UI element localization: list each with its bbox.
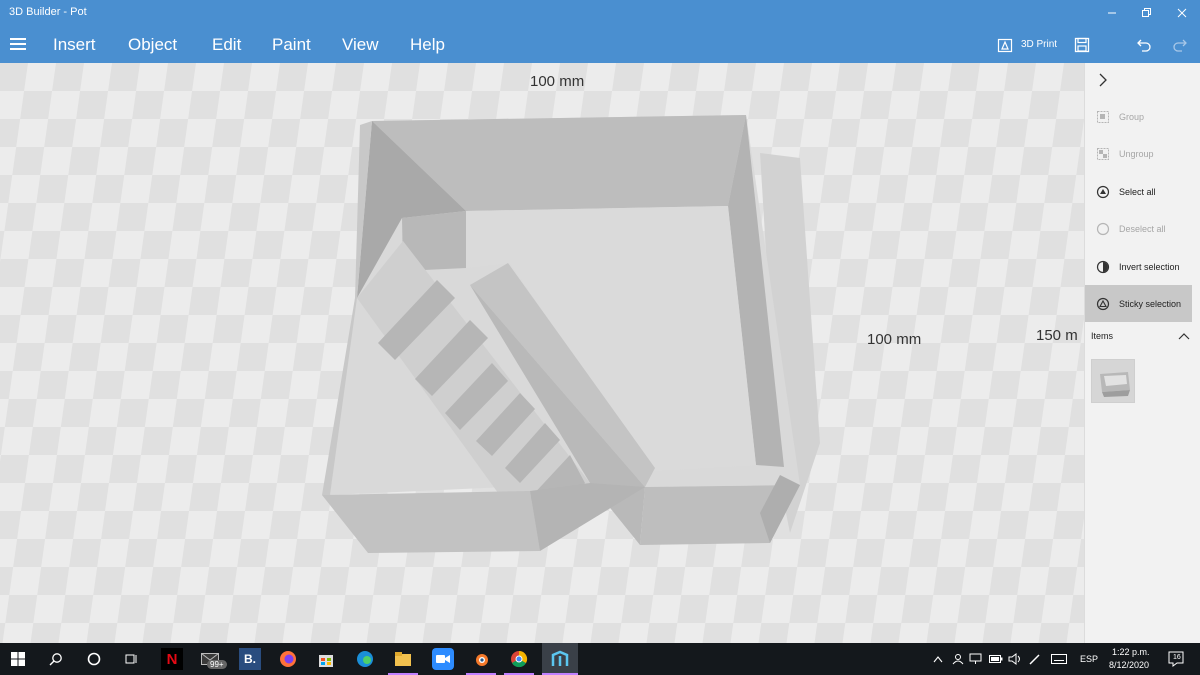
volume-icon[interactable]	[1008, 653, 1022, 665]
keyboard-icon[interactable]	[1051, 654, 1067, 664]
app-window: 3D Builder - Pot Insert Object Edit Pain…	[0, 0, 1200, 675]
mail-badge: 99+	[207, 660, 227, 669]
3d-builder-taskbar-button[interactable]	[542, 643, 578, 675]
dimension-grid-label: 150 m	[1036, 327, 1078, 344]
group-label: Group	[1119, 111, 1145, 122]
menu-view[interactable]: View	[342, 35, 379, 55]
3d-builder-icon	[551, 650, 569, 666]
task-view-button[interactable]	[120, 648, 142, 670]
save-icon	[1074, 37, 1090, 52]
select-all-button[interactable]: Select all	[1085, 173, 1200, 210]
sticky-selection-label: Sticky selection	[1119, 298, 1182, 309]
close-icon	[1177, 8, 1187, 18]
chevron-up-tray-icon[interactable]	[933, 655, 943, 663]
redo-button[interactable]	[1168, 26, 1192, 63]
item-thumbnail[interactable]	[1091, 359, 1135, 403]
cortana-button[interactable]	[83, 648, 105, 670]
menu-insert[interactable]: Insert	[53, 35, 96, 55]
people-icon[interactable]	[952, 653, 964, 665]
items-header: Items	[1091, 331, 1114, 341]
notification-count: 16	[1173, 654, 1181, 661]
battery-icon[interactable]	[989, 654, 1003, 664]
netflix-app[interactable]: N	[161, 648, 183, 670]
window-title: 3D Builder - Pot	[9, 6, 87, 18]
title-bar: 3D Builder - Pot	[0, 0, 1200, 26]
menu-paint[interactable]: Paint	[272, 35, 311, 55]
deselect-all-icon	[1096, 222, 1110, 235]
chrome-app[interactable]	[508, 648, 530, 670]
menu-edit[interactable]: Edit	[212, 35, 241, 55]
firefox-icon	[280, 651, 296, 667]
task-view-icon	[125, 654, 137, 664]
undo-button[interactable]	[1132, 26, 1156, 63]
language-indicator[interactable]: ESP	[1080, 654, 1098, 664]
undo-icon	[1137, 39, 1151, 52]
3d-print-label: 3D Print	[1020, 39, 1058, 50]
hamburger-icon[interactable]	[10, 38, 26, 50]
chevron-up-icon[interactable]	[1177, 331, 1191, 341]
select-all-label: Select all	[1119, 186, 1156, 197]
bing-app[interactable]: B.	[239, 648, 261, 670]
3d-print-button[interactable]: 3D Print	[992, 26, 1062, 63]
network-icon[interactable]	[969, 653, 982, 665]
dimension-depth-label: 100 mm	[867, 331, 922, 348]
file-explorer-app[interactable]	[392, 648, 414, 670]
invert-selection-label: Invert selection	[1119, 261, 1180, 272]
sticky-selection-button[interactable]: Sticky selection	[1085, 285, 1192, 322]
windows-logo-icon	[11, 652, 25, 666]
folder-icon	[395, 652, 411, 666]
clock-date[interactable]: 8/12/2020	[1109, 660, 1149, 670]
printer-3d-icon	[997, 38, 1013, 52]
sticky-selection-icon	[1096, 297, 1110, 310]
firefox-app[interactable]	[277, 648, 299, 670]
pot-model[interactable]	[322, 115, 820, 553]
search-button[interactable]	[45, 648, 67, 670]
invert-selection-button[interactable]: Invert selection	[1085, 248, 1200, 285]
cortana-icon	[87, 652, 101, 666]
ungroup-label: Ungroup	[1119, 148, 1154, 159]
chrome-icon	[511, 650, 528, 668]
edge-icon	[357, 651, 373, 667]
video-camera-icon	[436, 655, 450, 663]
pen-icon[interactable]	[1028, 653, 1042, 665]
search-icon	[49, 653, 62, 666]
ungroup-button[interactable]: Ungroup	[1085, 135, 1200, 172]
netflix-icon: N	[166, 650, 178, 668]
blender-app[interactable]	[470, 648, 492, 670]
dimension-width-label: 100 mm	[530, 73, 585, 90]
ungroup-icon	[1097, 147, 1109, 160]
store-bag-icon	[319, 655, 333, 667]
3d-viewport[interactable]: 100 mm 100 mm 150 m	[0, 63, 1084, 643]
zoom-app[interactable]	[432, 648, 454, 670]
group-icon	[1097, 110, 1109, 123]
restore-icon	[1142, 8, 1151, 17]
deselect-all-button[interactable]: Deselect all	[1085, 210, 1200, 247]
close-button[interactable]	[1162, 0, 1200, 26]
chevron-right-icon[interactable]	[1097, 73, 1109, 87]
menu-help[interactable]: Help	[410, 35, 445, 55]
redo-icon	[1173, 39, 1187, 52]
action-center-button[interactable]: 16	[1168, 649, 1188, 669]
menu-bar: Insert Object Edit Paint View Help 3D Pr…	[0, 26, 1200, 63]
select-all-icon	[1096, 185, 1110, 198]
restore-button[interactable]	[1126, 0, 1166, 26]
edge-app[interactable]	[354, 648, 376, 670]
deselect-all-label: Deselect all	[1119, 223, 1166, 234]
group-button[interactable]: Group	[1085, 98, 1200, 135]
menu-object[interactable]: Object	[128, 35, 177, 55]
taskbar: N 99+ B. ESP 1:22 p.m. 8/12/2020 16	[0, 643, 1200, 675]
store-app[interactable]	[315, 648, 337, 670]
minimize-icon	[1108, 12, 1116, 14]
blender-icon	[476, 654, 488, 666]
bing-label: B.	[244, 652, 256, 666]
selection-panel: Group Ungroup Select all Deselect all In…	[1084, 63, 1200, 643]
clock-time[interactable]: 1:22 p.m.	[1112, 647, 1150, 657]
start-button[interactable]	[7, 648, 29, 670]
save-button[interactable]	[1070, 26, 1094, 63]
scene-canvas	[0, 63, 1084, 643]
pot-thumbnail-icon	[1100, 372, 1130, 397]
invert-selection-icon	[1096, 260, 1110, 273]
